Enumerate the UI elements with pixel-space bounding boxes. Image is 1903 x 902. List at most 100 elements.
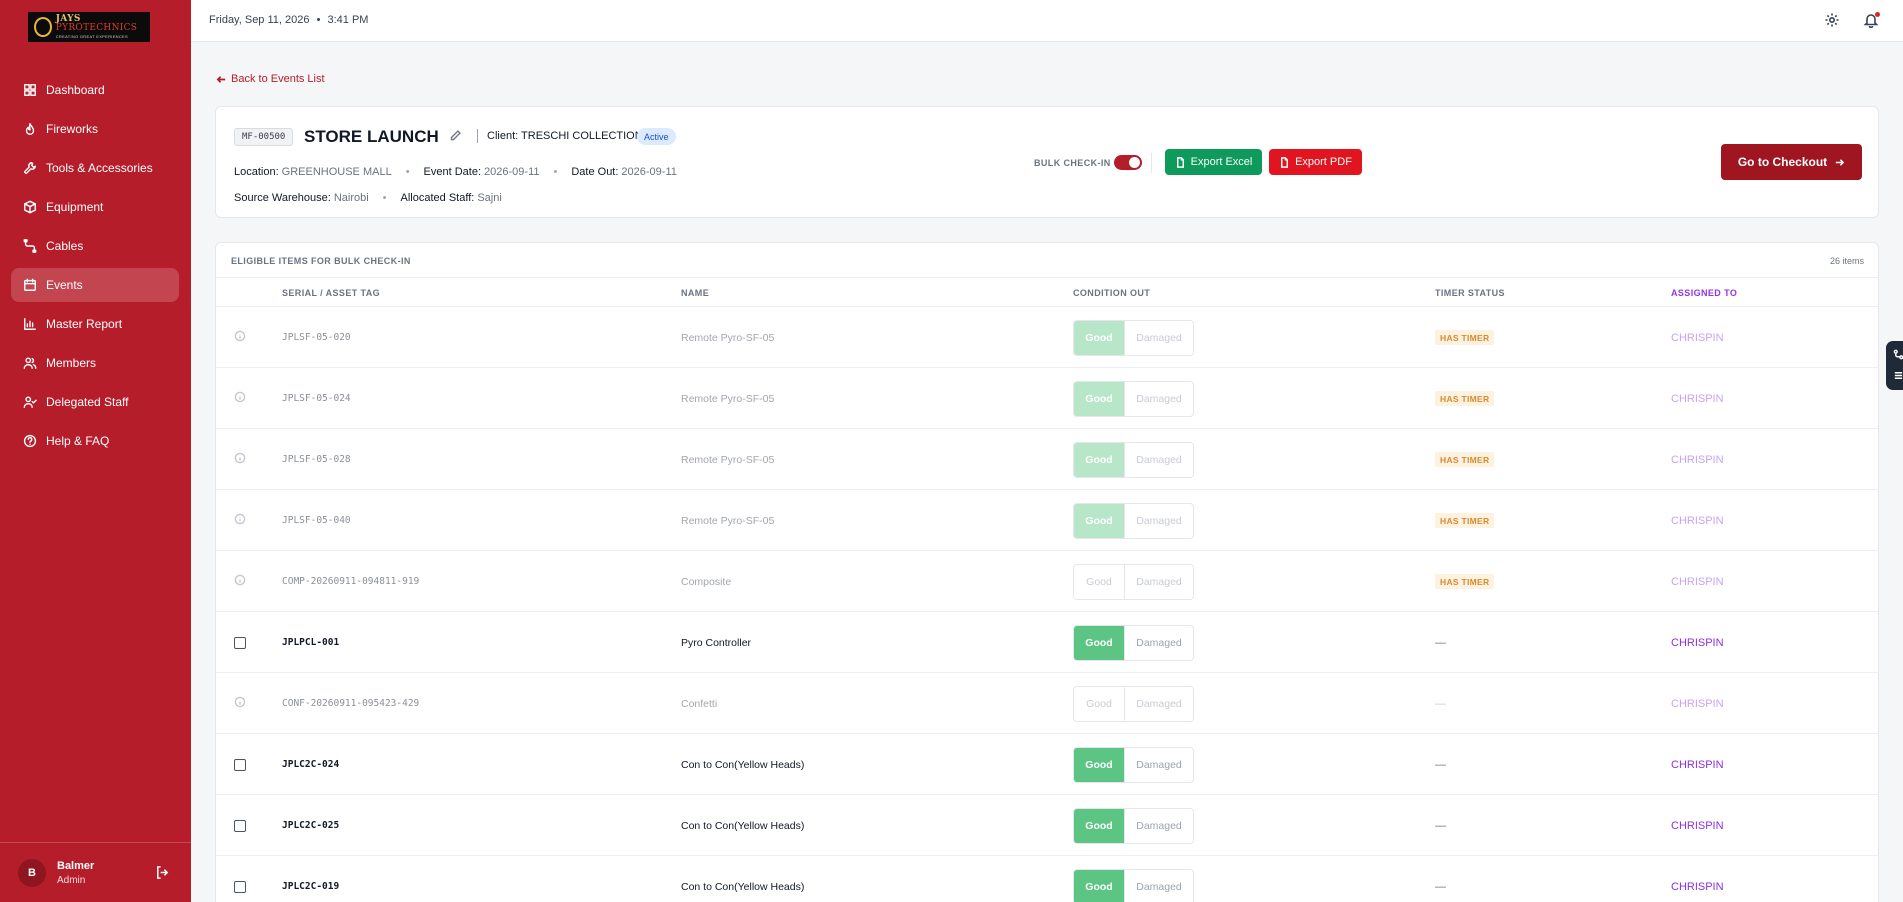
actions-divider xyxy=(1151,153,1152,173)
name-cell: Con to Con(Yellow Heads) xyxy=(681,880,805,893)
assigned-cell[interactable]: CHRISPIN xyxy=(1671,734,1724,795)
column-header-name: NAME xyxy=(681,288,710,298)
company-logo[interactable]: JAYS PYROTECHNICS CREATING GREAT EXPERIE… xyxy=(28,12,150,42)
condition-damaged-option[interactable]: Damaged xyxy=(1124,747,1193,782)
sidebar-item-fireworks[interactable]: Fireworks xyxy=(11,112,179,146)
chart-icon xyxy=(24,318,36,330)
name-cell: Remote Pyro-SF-05 xyxy=(681,453,775,466)
condition-damaged-option: Damaged xyxy=(1124,564,1193,599)
date-out-value: 2026-09-11 xyxy=(621,166,677,178)
export-excel-button[interactable]: Export Excel xyxy=(1165,149,1262,175)
condition-toggle[interactable]: Good Damaged xyxy=(1073,624,1194,661)
timer-cell: — xyxy=(1435,734,1446,795)
timer-status-empty: — xyxy=(1435,636,1446,649)
bulk-check-in-label: BULK CHECK-IN xyxy=(1034,158,1111,168)
sidebar-item-label: Tools & Accessories xyxy=(46,161,153,175)
table-row: COMP-20260911-094811-919 Composite Good D… xyxy=(216,551,1878,612)
sidebar-item-cables[interactable]: Cables xyxy=(11,229,179,263)
row-checkbox[interactable] xyxy=(234,819,246,832)
current-time: 3:41 PM xyxy=(327,14,369,26)
assigned-cell[interactable]: CHRISPIN xyxy=(1671,429,1724,490)
sidebar-item-dashboard[interactable]: Dashboard xyxy=(11,73,179,107)
assigned-cell[interactable]: CHRISPIN xyxy=(1671,856,1724,902)
condition-toggle[interactable]: Good Damaged xyxy=(1073,746,1194,783)
edit-event-button[interactable] xyxy=(449,129,463,143)
assigned-cell[interactable]: CHRISPIN xyxy=(1671,368,1724,429)
assigned-cell[interactable]: CHRISPIN xyxy=(1671,673,1724,734)
sidebar-item-label: Delegated Staff xyxy=(46,395,129,409)
sidebar-item-label: Help & FAQ xyxy=(46,434,110,448)
avatar[interactable]: B xyxy=(18,858,46,887)
sidebar-item-equipment[interactable]: Equipment xyxy=(11,190,179,224)
sidebar-item-delegated-staff[interactable]: Delegated Staff xyxy=(11,385,179,419)
sidebar-item-tools[interactable]: Tools & Accessories xyxy=(11,151,179,185)
serial-cell: JPLC2C-019 xyxy=(282,881,340,892)
assigned-cell[interactable]: CHRISPIN xyxy=(1671,795,1724,856)
bulk-check-in-toggle[interactable] xyxy=(1114,155,1142,170)
sidebar-item-help[interactable]: Help & FAQ xyxy=(11,424,179,458)
condition-toggle[interactable]: Good Damaged xyxy=(1073,868,1194,902)
location-value: GREENHOUSE MALL xyxy=(281,166,392,178)
timer-cell: — xyxy=(1435,612,1446,673)
settings-button[interactable] xyxy=(1824,12,1842,30)
export-excel-label: Export Excel xyxy=(1190,156,1253,168)
sidebar-item-events[interactable]: Events xyxy=(11,268,179,302)
name-cell: Con to Con(Yellow Heads) xyxy=(681,758,805,771)
sidebar-item-members[interactable]: Members xyxy=(11,346,179,380)
users-icon xyxy=(23,357,37,369)
row-checkbox[interactable] xyxy=(234,880,246,893)
sidebar-item-label: Fireworks xyxy=(46,122,99,136)
info-icon-svg xyxy=(234,330,246,342)
table-row[interactable]: JPLPCL-001 Pyro Controller Good Damaged —… xyxy=(216,612,1878,673)
assigned-cell[interactable]: CHRISPIN xyxy=(1671,551,1724,612)
condition-damaged-option[interactable]: Damaged xyxy=(1124,869,1193,902)
condition-good-option[interactable]: Good xyxy=(1074,869,1124,902)
meta-separator: • xyxy=(553,166,558,178)
event-header-card: MF-00500 STORE LAUNCH Client: TRESCHI CO… xyxy=(215,106,1879,218)
table-caption: ELIGIBLE ITEMS FOR BULK CHECK-IN xyxy=(231,256,411,266)
condition-cell: Good Damaged xyxy=(1073,307,1194,368)
condition-cell: Good Damaged xyxy=(1073,612,1194,673)
condition-toggle[interactable]: Good Damaged xyxy=(1073,807,1194,844)
go-to-checkout-button[interactable]: Go to Checkout xyxy=(1721,144,1862,180)
box-icon xyxy=(24,200,36,214)
column-header-serial: SERIAL / ASSET TAG xyxy=(282,288,381,298)
info-icon-svg xyxy=(234,452,246,464)
condition-good-option: Good xyxy=(1074,686,1124,721)
assigned-cell[interactable]: CHRISPIN xyxy=(1671,307,1724,368)
notifications-button[interactable] xyxy=(1863,12,1881,30)
timer-status-empty: — xyxy=(1435,880,1446,893)
condition-good-option[interactable]: Good xyxy=(1074,747,1124,782)
row-checkbox[interactable] xyxy=(234,636,246,649)
condition-cell: Good Damaged xyxy=(1073,795,1194,856)
condition-good-option: Good xyxy=(1074,503,1124,538)
sidebar-item-master-report[interactable]: Master Report xyxy=(11,307,179,341)
assigned-cell[interactable]: CHRISPIN xyxy=(1671,490,1724,551)
back-to-events-link[interactable]: Back to Events List xyxy=(216,73,325,85)
info-icon-svg xyxy=(234,391,246,403)
date-out-label: Date Out: xyxy=(571,166,619,178)
condition-good-option[interactable]: Good xyxy=(1074,625,1124,660)
meta-separator: • xyxy=(382,192,387,204)
table-header: SERIAL / ASSET TAG NAME CONDITION OUT TI… xyxy=(216,277,1878,307)
logout-button[interactable] xyxy=(155,865,170,880)
table-row[interactable]: JPLC2C-025 Con to Con(Yellow Heads) Good … xyxy=(216,795,1878,856)
table-row[interactable]: JPLC2C-024 Con to Con(Yellow Heads) Good … xyxy=(216,734,1878,795)
assigned-cell[interactable]: CHRISPIN xyxy=(1671,612,1724,673)
row-checkbox[interactable] xyxy=(234,758,246,771)
flame-icon xyxy=(25,123,35,135)
export-pdf-button[interactable]: Export PDF xyxy=(1269,149,1362,175)
condition-damaged-option[interactable]: Damaged xyxy=(1124,625,1193,660)
condition-damaged-option[interactable]: Damaged xyxy=(1124,808,1193,843)
name-cell: Remote Pyro-SF-05 xyxy=(681,392,775,405)
condition-good-option[interactable]: Good xyxy=(1074,808,1124,843)
side-panel-toggle[interactable] xyxy=(1886,341,1903,390)
info-icon-svg xyxy=(234,696,246,708)
logo-text-pyro: PYROTECHNICS xyxy=(55,23,138,33)
user-check-icon xyxy=(23,396,37,408)
table-row[interactable]: JPLC2C-019 Con to Con(Yellow Heads) Good … xyxy=(216,856,1878,902)
arrow-right-icon xyxy=(1836,158,1845,166)
info-icon xyxy=(234,330,246,345)
sidebar-item-label: Equipment xyxy=(46,200,104,214)
cable-icon xyxy=(23,239,37,253)
